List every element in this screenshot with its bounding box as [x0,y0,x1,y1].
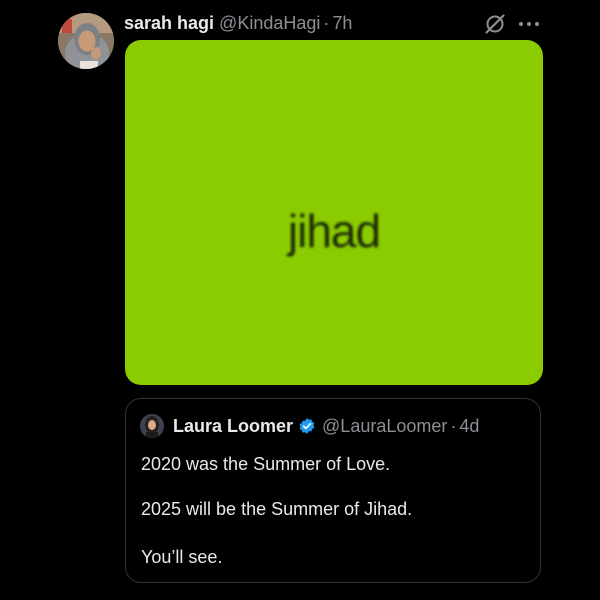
tweet-media-image[interactable]: jihad [125,40,543,385]
author-display-name[interactable]: sarah hagi [124,13,214,34]
tweet-header: sarah hagi @KindaHagi · 7h [124,9,352,37]
quoted-header-separator: · [450,415,457,436]
author-handle[interactable]: @KindaHagi [219,13,320,34]
quoted-tweet-text-line: 2020 was the Summer of Love. [141,454,391,474]
more-horizontal-icon[interactable] [516,14,542,34]
tweet: sarah hagi @KindaHagi · 7h jihad Laura L… [0,0,600,600]
quoted-author-display-name[interactable]: Laura Loomer [173,416,293,437]
media-image-text: jihad [287,205,381,257]
grok-icon[interactable] [483,12,507,36]
quoted-tweet-timestamp[interactable]: 4d [459,416,479,437]
quoted-author-handle[interactable]: @LauraLoomer [322,416,447,437]
quoted-author-avatar[interactable] [140,414,164,438]
verified-badge-icon [299,418,315,434]
quoted-tweet[interactable]: Laura Loomer @LauraLoomer · 4d 2020 was … [125,398,541,583]
quoted-tweet-text-line: 2025 will be the Summer of Jihad. [141,499,413,519]
header-separator: · [323,12,330,33]
tweet-timestamp[interactable]: 7h [332,13,352,34]
quoted-tweet-header: Laura Loomer @LauraLoomer · 4d [173,413,479,439]
author-avatar[interactable] [58,13,114,69]
quoted-tweet-text-line: You’ll see. [141,547,223,567]
